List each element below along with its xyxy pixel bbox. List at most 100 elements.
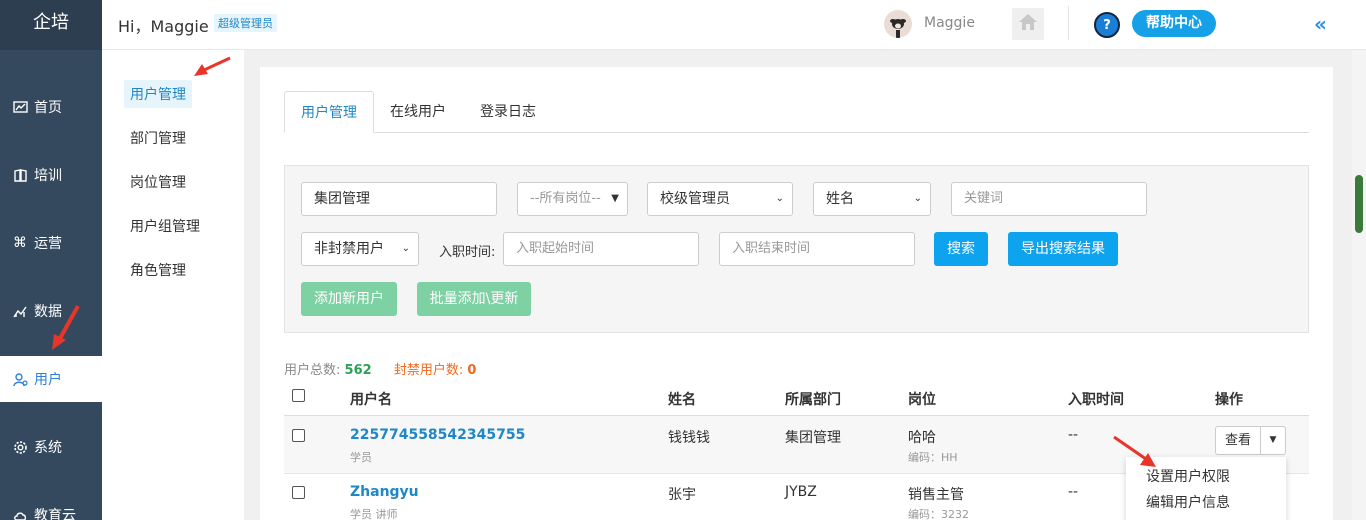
col-header-username: 用户名: [350, 392, 392, 408]
join-time-label: 入职时间:: [439, 245, 496, 260]
username-link[interactable]: Zhangyu: [350, 484, 419, 500]
sidebar-item-home[interactable]: 首页: [0, 84, 102, 130]
help-icon[interactable]: ?: [1094, 12, 1120, 38]
department-cell: 集团管理: [785, 430, 841, 446]
help-center-button[interactable]: 帮助中心: [1132, 10, 1216, 37]
page-scrollbar[interactable]: [1352, 50, 1366, 520]
role-badge: 超级管理员: [214, 14, 277, 32]
position-select[interactable]: --所有岗位-- ▼: [517, 182, 628, 216]
user-name-cell: 钱钱钱: [668, 430, 710, 446]
keyword-input[interactable]: 关键词: [951, 182, 1147, 216]
row-checkbox[interactable]: [292, 429, 305, 442]
col-header-actions: 操作: [1215, 392, 1243, 408]
col-header-name: 姓名: [668, 392, 696, 408]
banned-users-count: 0: [467, 363, 477, 378]
filter-panel: 集团管理 --所有岗位-- ▼ 校级管理员 ⌄ 姓名 ⌄ 关键词 非封禁用户 ⌄…: [284, 165, 1309, 333]
menu-item-set-permissions[interactable]: 设置用户权限: [1146, 466, 1230, 486]
field-select[interactable]: 姓名 ⌄: [813, 182, 931, 216]
sidebar-item-users[interactable]: 用户: [0, 356, 102, 402]
annotation-arrow: [1113, 435, 1156, 467]
user-name-cell: 张宇: [668, 487, 696, 503]
position-cell: 销售主管: [908, 487, 964, 503]
brand-logo: 企培: [0, 0, 102, 50]
annotation-arrow: [194, 56, 231, 76]
user-submenu: 用户管理 部门管理 岗位管理 用户组管理 角色管理: [102, 50, 244, 520]
home-button[interactable]: [1012, 8, 1044, 40]
chart-line-icon: [12, 99, 28, 115]
sidebar-item-label: 系统: [34, 440, 62, 456]
total-users-label: 用户总数:: [284, 363, 341, 378]
col-header-join-time: 入职时间: [1068, 392, 1124, 408]
tab-user-management[interactable]: 用户管理: [284, 91, 374, 133]
sidebar-item-label: 教育云: [34, 508, 76, 520]
main-sidebar: 企培 首页 培训 ⌘ 运营 数据 用户 系统 教育云: [0, 0, 102, 520]
collapse-icon[interactable]: «: [1314, 12, 1327, 36]
user-stats: 用户总数: 562 封禁用户数: 0: [284, 359, 476, 378]
user-name[interactable]: Maggie: [924, 15, 975, 31]
row-checkbox[interactable]: [292, 486, 305, 499]
col-header-department: 所属部门: [785, 392, 841, 408]
gear-icon: [12, 439, 28, 455]
department-cell: JYBZ: [785, 484, 817, 500]
actions-dropdown-toggle[interactable]: ▼: [1261, 426, 1286, 455]
annotation-arrow: [52, 305, 80, 350]
sidebar-item-operations[interactable]: ⌘ 运营: [0, 220, 102, 266]
bar-chart-icon: [12, 303, 28, 319]
role-select-value: 校级管理员: [660, 191, 730, 207]
position-code: 编码：3232: [908, 508, 969, 520]
chevron-down-icon: ⌄: [913, 193, 922, 204]
cloud-icon: [12, 507, 28, 520]
user-roles: 学员: [350, 451, 372, 464]
header-divider: [1068, 6, 1069, 40]
sidebar-item-label: 用户: [34, 372, 62, 388]
sidebar-item-label: 培训: [34, 168, 62, 184]
total-users-count: 562: [344, 363, 372, 378]
position-select-value: --所有岗位--: [530, 191, 601, 206]
sidebar-item-training[interactable]: 培训: [0, 152, 102, 198]
col-header-position: 岗位: [908, 392, 936, 408]
ban-status-value: 非封禁用户: [314, 241, 384, 257]
field-select-value: 姓名: [826, 191, 854, 207]
search-button[interactable]: 搜索: [934, 232, 988, 266]
user-icon: [12, 371, 28, 387]
caret-down-icon: ▼: [1269, 435, 1277, 445]
ban-status-select[interactable]: 非封禁用户 ⌄: [301, 232, 419, 266]
tab-online-users[interactable]: 在线用户: [374, 91, 462, 133]
greeting: Hi，Maggie: [118, 17, 209, 36]
view-button[interactable]: 查看: [1215, 426, 1261, 455]
submenu-item-department[interactable]: 部门管理: [124, 124, 192, 152]
menu-item-edit-user[interactable]: 编辑用户信息: [1146, 492, 1230, 512]
submenu-item-user-management[interactable]: 用户管理: [124, 80, 192, 108]
banned-users-label: 封禁用户数:: [393, 363, 464, 378]
content-card: 用户管理 在线用户 登录日志 集团管理 --所有岗位-- ▼ 校级管理员 ⌄ 姓…: [260, 67, 1333, 520]
join-start-input[interactable]: 入职起始时间: [503, 232, 699, 266]
submenu-item-position[interactable]: 岗位管理: [124, 168, 192, 196]
add-user-button[interactable]: 添加新用户: [301, 282, 397, 316]
dropdown-arrow-icon: ▼: [611, 193, 619, 204]
command-icon: ⌘: [13, 235, 27, 251]
user-roles: 学员 讲师: [350, 508, 398, 520]
position-cell: 哈哈: [908, 430, 936, 446]
export-button[interactable]: 导出搜索结果: [1008, 232, 1118, 266]
home-icon: [1018, 13, 1038, 35]
top-header: Hi，Maggie 超级管理员 Maggie ? 帮助中心 «: [102, 0, 1366, 50]
tab-bar: 用户管理 在线用户 登录日志: [284, 91, 1309, 133]
submenu-item-user-group[interactable]: 用户组管理: [124, 212, 206, 240]
sidebar-item-label: 首页: [34, 100, 62, 116]
sidebar-item-edu-cloud[interactable]: 教育云: [0, 492, 102, 520]
scrollbar-thumb[interactable]: [1355, 175, 1363, 233]
position-code: 编码：HH: [908, 451, 958, 464]
sidebar-item-system[interactable]: 系统: [0, 424, 102, 470]
batch-add-button[interactable]: 批量添加\更新: [417, 282, 531, 316]
join-time-cell: --: [1068, 427, 1079, 443]
submenu-item-role[interactable]: 角色管理: [124, 256, 192, 284]
avatar[interactable]: [884, 10, 912, 38]
username-link[interactable]: 225774558542345755: [350, 427, 525, 443]
book-icon: [12, 167, 28, 183]
join-end-input[interactable]: 入职结束时间: [719, 232, 915, 266]
select-all-checkbox[interactable]: [292, 389, 305, 402]
department-input[interactable]: 集团管理: [301, 182, 497, 216]
sidebar-item-label: 运营: [34, 236, 62, 252]
tab-login-log[interactable]: 登录日志: [464, 91, 552, 133]
role-select[interactable]: 校级管理员 ⌄: [647, 182, 793, 216]
